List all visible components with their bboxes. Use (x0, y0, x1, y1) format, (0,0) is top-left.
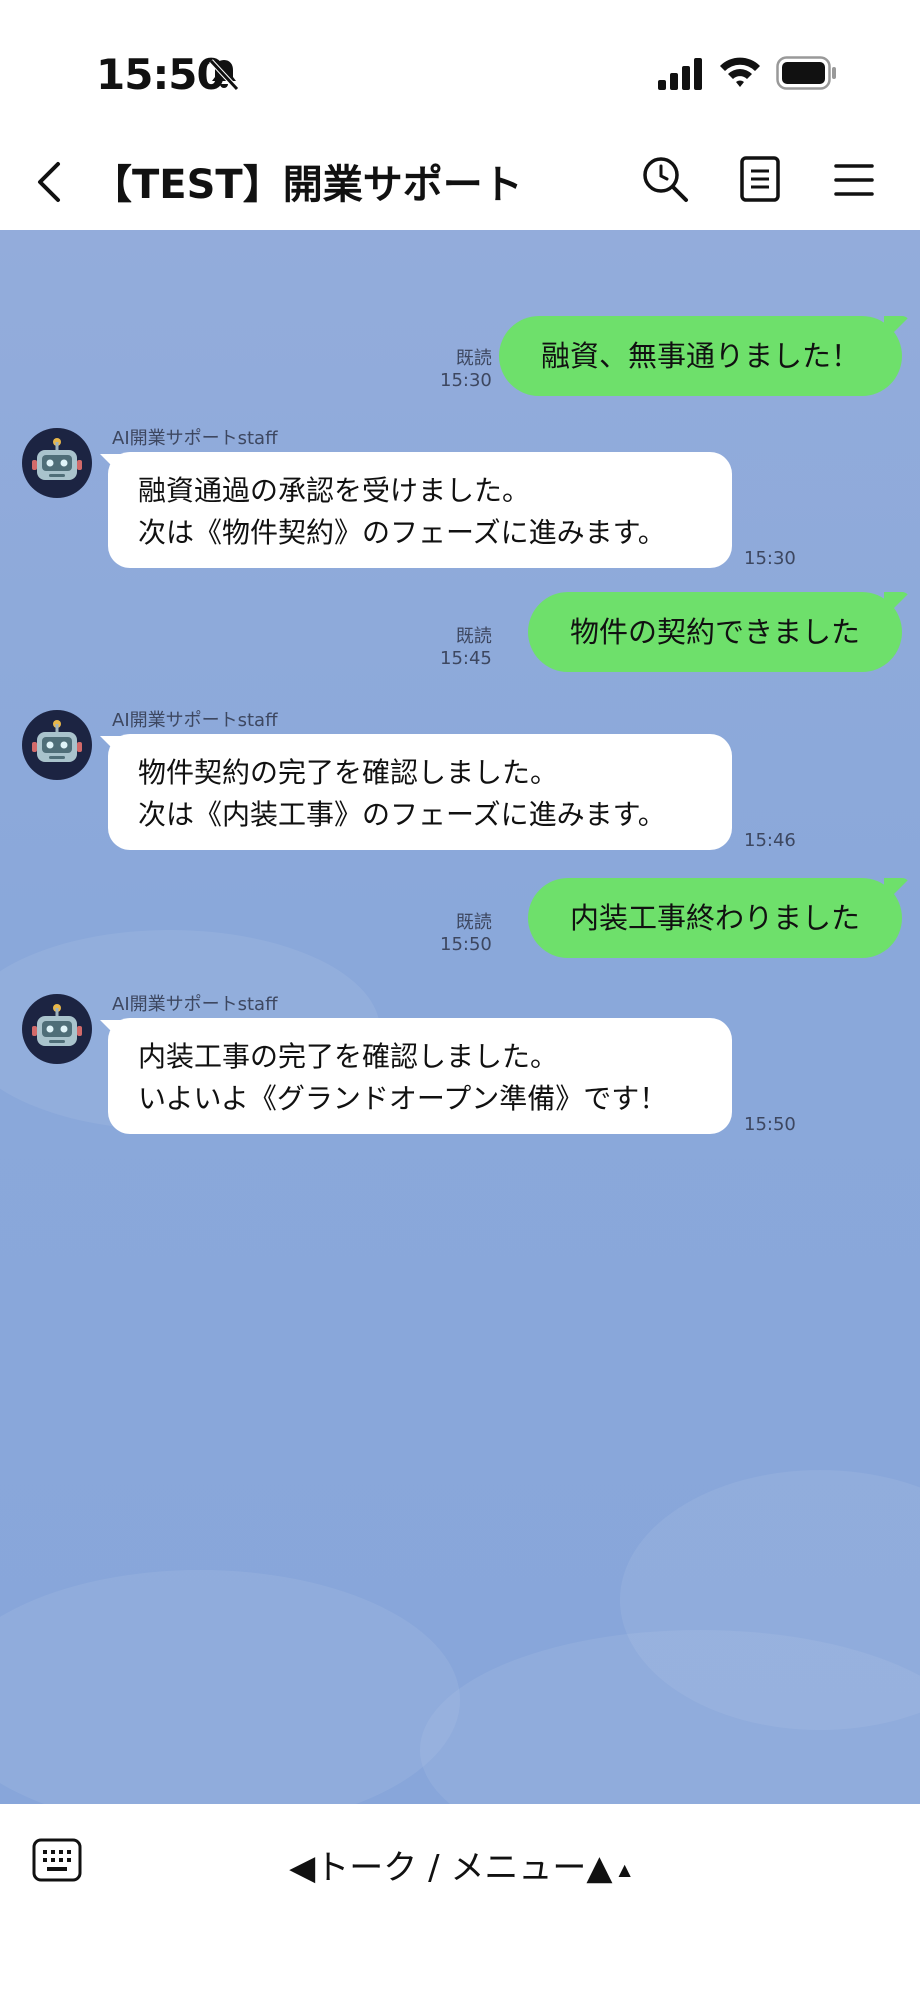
robot-icon (32, 1004, 82, 1046)
chat-area[interactable]: 融資、無事通りました！ 既読 15:30 AI開業サポートstaff 融資通過の… (0, 230, 920, 1804)
message-line: 内装工事の完了を確認しました。 (138, 1040, 559, 1073)
message-outgoing: 内装工事終わりました 既読 15:50 (0, 878, 920, 968)
message-time: 15:50 (440, 934, 492, 955)
small-arrow-icon: ▲ (618, 1860, 631, 1879)
talk-menu-label: ◀トーク / メニュー▲ (289, 1848, 613, 1888)
chat-title: 【TEST】開業サポート (92, 162, 523, 208)
message-time: 15:50 (744, 1114, 796, 1135)
background-cloud (0, 1570, 460, 1804)
read-label: 既読 (455, 348, 492, 369)
message-line: 次は《内装工事》のフェーズに進みます。 (138, 798, 666, 831)
notes-icon[interactable] (738, 154, 782, 204)
chat-header: 【TEST】開業サポート (0, 140, 920, 230)
search-icon[interactable] (640, 154, 690, 204)
read-label: 既読 (455, 626, 492, 647)
sender-name: AI開業サポートstaff (112, 994, 278, 1015)
back-arrow-icon[interactable] (30, 154, 70, 210)
message-outgoing: 融資、無事通りました！ 既読 15:30 (0, 316, 920, 406)
message-line: いよいよ《グランドオープン準備》です！ (138, 1082, 668, 1115)
read-receipt: 既読 15:45 (440, 626, 492, 670)
bot-avatar[interactable] (22, 428, 92, 498)
read-label: 既読 (455, 912, 492, 933)
robot-icon (32, 438, 82, 480)
message-time: 15:45 (440, 648, 492, 669)
sender-name: AI開業サポートstaff (112, 710, 278, 731)
message-time: 15:30 (744, 548, 796, 569)
bottom-bar: ◀トーク / メニュー▲ ▲ (0, 1804, 920, 1999)
talk-menu-toggle[interactable]: ◀トーク / メニュー▲ ▲ (0, 1840, 920, 1889)
incoming-bubble[interactable]: 融資通過の承認を受けました。 次は《物件契約》のフェーズに進みます。 (108, 452, 732, 568)
read-receipt: 既読 15:50 (440, 912, 492, 956)
bot-avatar[interactable] (22, 994, 92, 1064)
incoming-bubble[interactable]: 物件契約の完了を確認しました。 次は《内装工事》のフェーズに進みます。 (108, 734, 732, 850)
status-bar: 15:50 (0, 0, 920, 140)
hamburger-menu-icon[interactable] (832, 158, 876, 202)
outgoing-bubble[interactable]: 内装工事終わりました (527, 878, 902, 958)
incoming-bubble[interactable]: 内装工事の完了を確認しました。 いよいよ《グランドオープン準備》です！ (108, 1018, 732, 1134)
bot-avatar[interactable] (22, 710, 92, 780)
message-line: 物件契約の完了を確認しました。 (138, 756, 559, 789)
sender-name: AI開業サポートstaff (112, 428, 278, 449)
wifi-icon (720, 57, 760, 87)
cellular-signal-icon (658, 58, 702, 90)
message-outgoing: 物件の契約できました 既読 15:45 (0, 592, 920, 682)
battery-icon (776, 56, 836, 90)
outgoing-bubble[interactable]: 融資、無事通りました！ (498, 316, 902, 396)
message-incoming: AI開業サポートstaff 物件契約の完了を確認しました。 次は《内装工事》のフ… (0, 702, 920, 862)
message-time: 15:46 (744, 830, 796, 851)
message-incoming: AI開業サポートstaff 内装工事の完了を確認しました。 いよいよ《グランドオ… (0, 986, 920, 1146)
message-incoming: AI開業サポートstaff 融資通過の承認を受けました。 次は《物件契約》のフェ… (0, 420, 920, 580)
message-line: 融資通過の承認を受けました。 (138, 474, 531, 507)
robot-icon (32, 720, 82, 762)
outgoing-bubble[interactable]: 物件の契約できました (527, 592, 902, 672)
read-receipt: 既読 15:30 (440, 348, 492, 392)
bell-slash-icon (209, 59, 239, 91)
message-time: 15:30 (440, 370, 492, 391)
message-line: 次は《物件契約》のフェーズに進みます。 (138, 516, 666, 549)
